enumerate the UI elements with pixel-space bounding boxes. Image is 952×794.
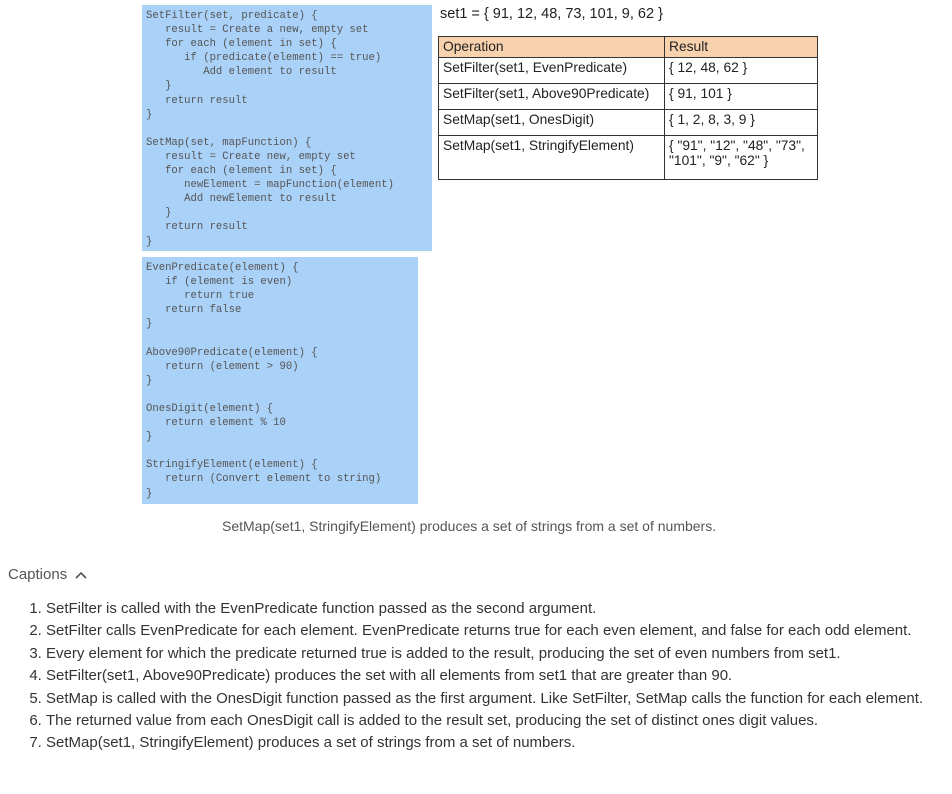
caption-item: SetFilter(set1, Above90Predicate) produc… <box>46 665 950 687</box>
table-row: SetMap(set1, StringifyElement) { "91", "… <box>438 135 818 180</box>
table-row: SetMap(set1, OnesDigit) { 1, 2, 8, 3, 9 … <box>438 109 818 136</box>
caption-item: Every element for which the predicate re… <box>46 643 950 665</box>
operations-table: Operation Result SetFilter(set1, EvenPre… <box>438 36 818 180</box>
captions-toggle-button[interactable]: Captions <box>8 566 87 583</box>
element-functions-code: EvenPredicate(element) { if (element is … <box>146 262 382 500</box>
set-functions-code-block: SetFilter(set, predicate) { result = Cre… <box>142 5 432 251</box>
caption-item: SetFilter is called with the EvenPredica… <box>46 598 950 620</box>
operation-cell: SetMap(set1, StringifyElement) <box>438 135 665 180</box>
set-functions-code: SetFilter(set, predicate) { result = Cre… <box>146 10 394 248</box>
table-row: SetFilter(set1, EvenPredicate) { 12, 48,… <box>438 57 818 84</box>
operation-cell: SetFilter(set1, Above90Predicate) <box>438 83 665 110</box>
table-row: SetFilter(set1, Above90Predicate) { 91, … <box>438 83 818 110</box>
caption-item: The returned value from each OnesDigit c… <box>46 710 950 732</box>
column-header-operation: Operation <box>438 36 665 58</box>
result-cell: { 1, 2, 8, 3, 9 } <box>664 109 818 136</box>
figure-caption: SetMap(set1, StringifyElement) produces … <box>222 518 717 534</box>
result-cell: { 91, 101 } <box>664 83 818 110</box>
operation-cell: SetMap(set1, OnesDigit) <box>438 109 665 136</box>
column-header-result: Result <box>664 36 818 58</box>
captions-label: Captions <box>8 566 68 583</box>
chevron-up-icon <box>75 571 87 579</box>
caption-item: SetFilter calls EvenPredicate for each e… <box>46 620 950 642</box>
element-functions-code-block: EvenPredicate(element) { if (element is … <box>142 257 418 504</box>
captions-list: SetFilter is called with the EvenPredica… <box>16 598 950 755</box>
result-cell: { "91", "12", "48", "73", "101", "9", "6… <box>664 135 818 180</box>
table-header-row: Operation Result <box>438 36 818 58</box>
result-cell: { 12, 48, 62 } <box>664 57 818 84</box>
caption-item: SetMap(set1, StringifyElement) produces … <box>46 732 950 754</box>
operation-cell: SetFilter(set1, EvenPredicate) <box>438 57 665 84</box>
set-definition: set1 = { 91, 12, 48, 73, 101, 9, 62 } <box>440 6 663 22</box>
caption-item: SetMap is called with the OnesDigit func… <box>46 688 950 710</box>
